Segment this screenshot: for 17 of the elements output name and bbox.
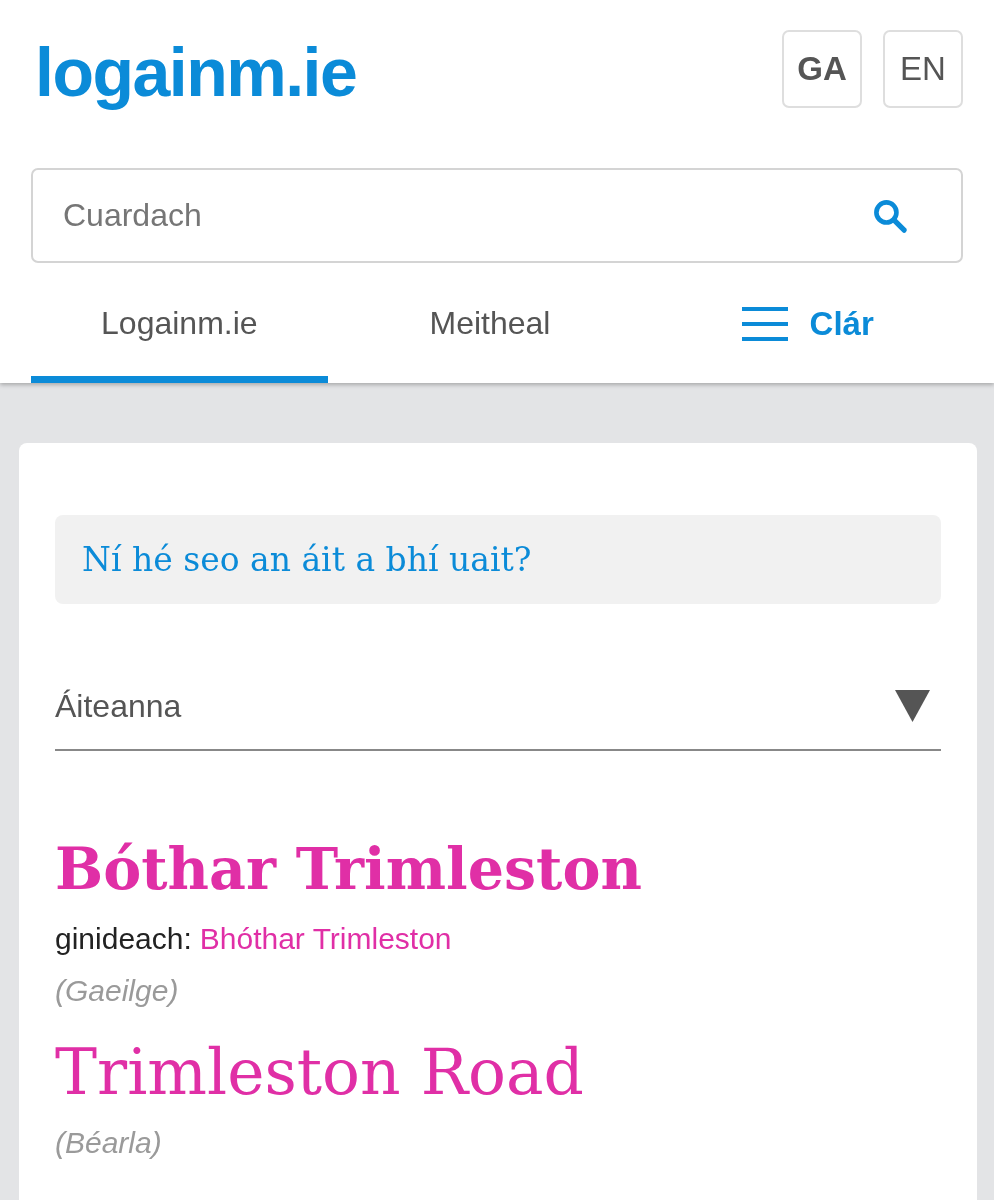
genitive-name: Bhóthar Trimleston xyxy=(199,921,452,957)
caret-down-icon xyxy=(895,690,930,722)
search-icon[interactable] xyxy=(871,197,908,234)
category-dropdown[interactable]: Áiteanna xyxy=(55,663,941,751)
menu-icon xyxy=(741,306,788,341)
nav-tab[interactable]: Logainm.ie xyxy=(31,271,328,383)
place-name: Bóthar Trimleston xyxy=(55,835,642,902)
language-note: (Gaeilge) xyxy=(55,973,179,1009)
language-button[interactable]: GA xyxy=(782,30,862,108)
language-button[interactable]: EN xyxy=(883,30,963,108)
language-note: (Béarla) xyxy=(55,1125,162,1161)
place-name: Trimleston Road xyxy=(55,1035,584,1111)
site-logo[interactable]: logainm.ie xyxy=(35,33,357,111)
nav-tab[interactable]: Meitheal xyxy=(341,271,639,383)
menu-button[interactable]: Clár xyxy=(741,304,874,343)
genitive-label: ginideach: xyxy=(55,921,192,957)
search-field[interactable]: Cuardach xyxy=(31,168,963,263)
